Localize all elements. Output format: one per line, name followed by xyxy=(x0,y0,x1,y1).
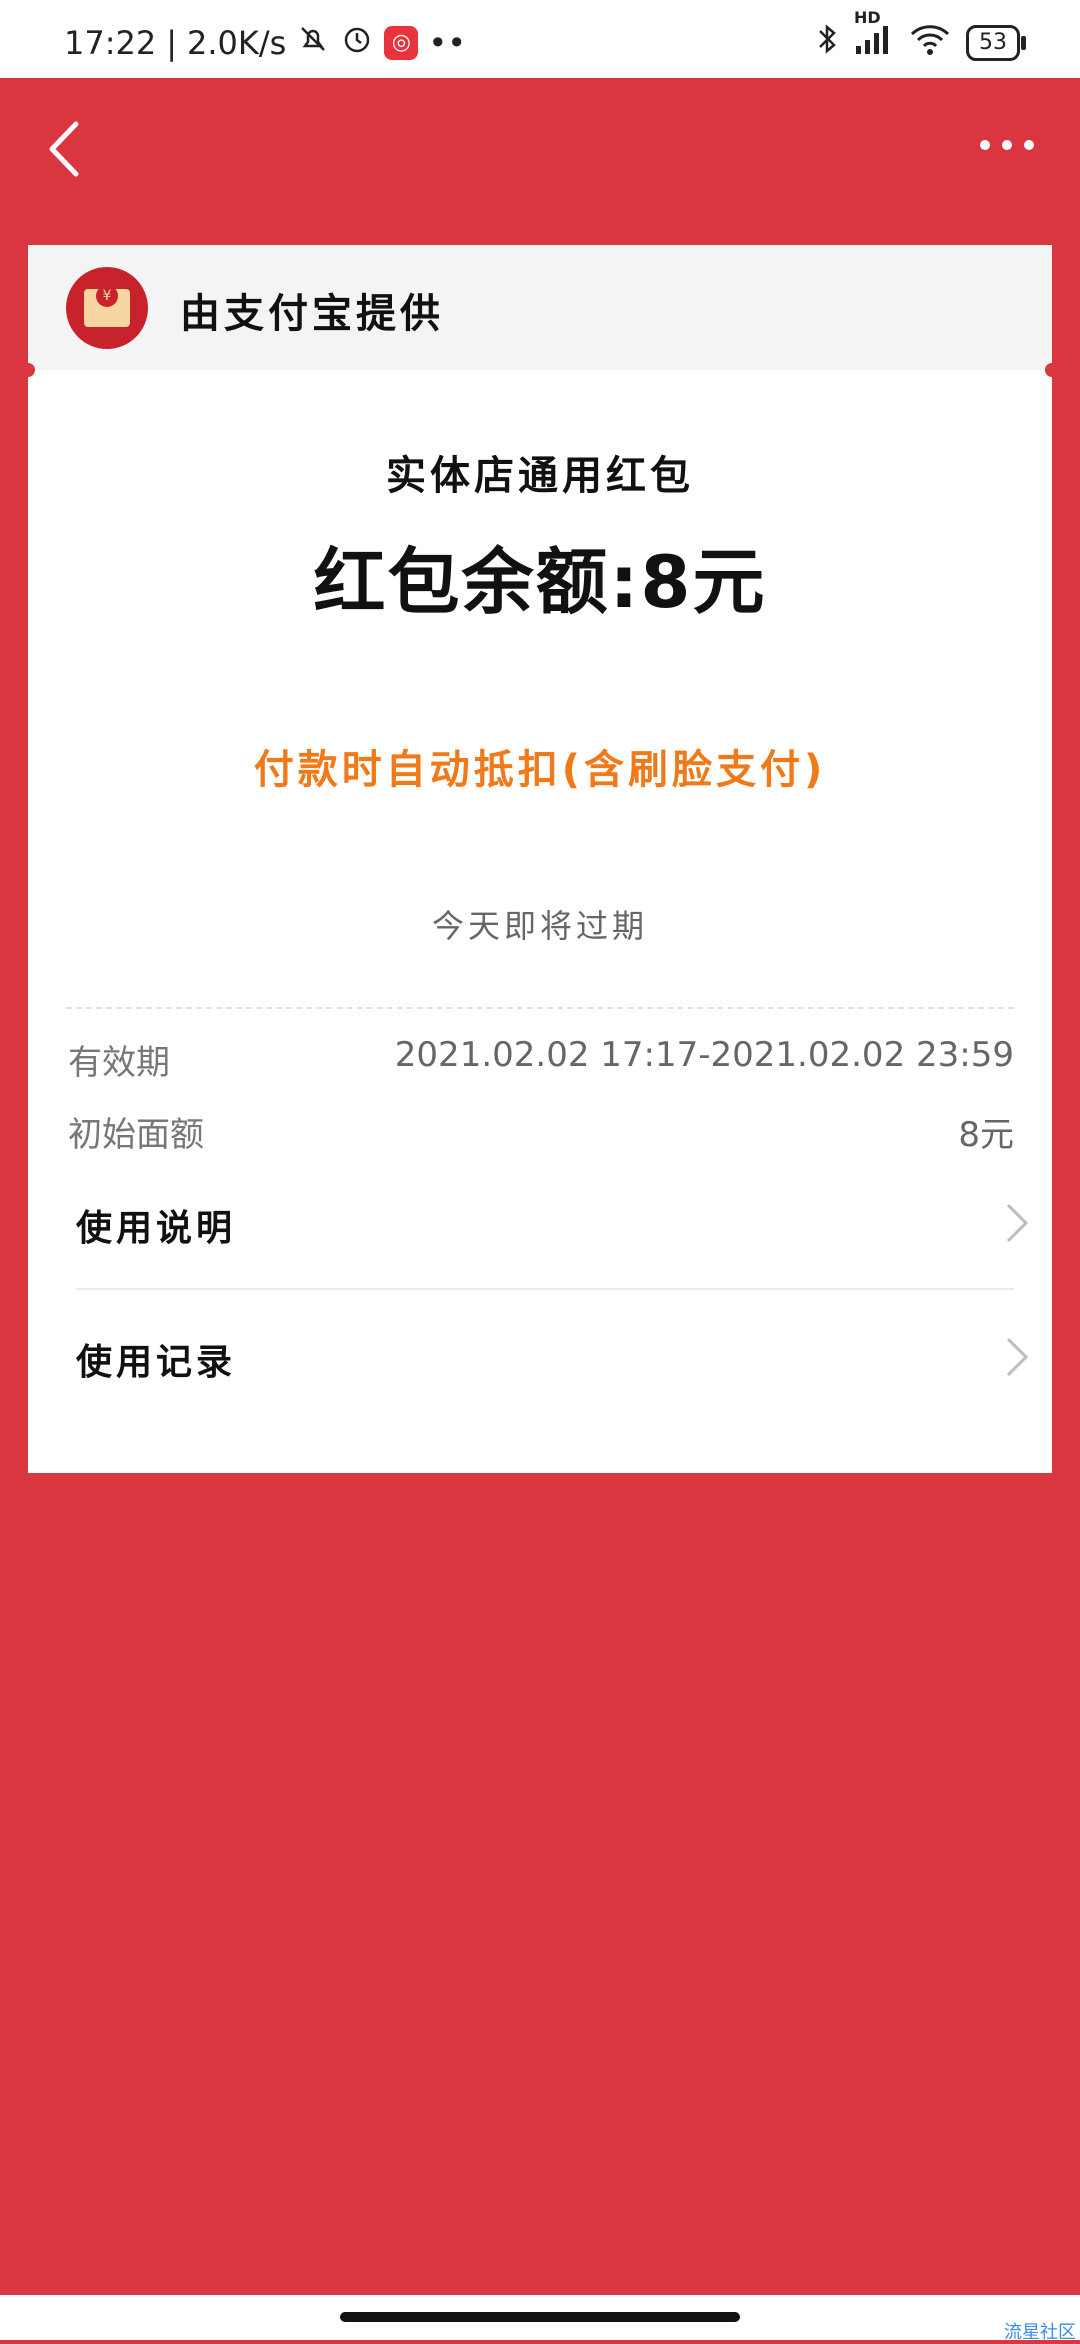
card-header: ¥ 由支付宝提供 xyxy=(28,245,1052,370)
chevron-right-icon xyxy=(1002,1335,1032,1379)
chevron-right-icon xyxy=(1002,1201,1032,1245)
validity-row: 有效期 2021.02.02 17:17-2021.02.02 23:59 xyxy=(68,1035,1014,1084)
card-notch-left xyxy=(21,363,35,377)
status-time: 17:22 xyxy=(64,24,157,62)
red-packet-logo-icon: ¥ xyxy=(66,267,148,349)
validity-value: 2021.02.02 17:17-2021.02.02 23:59 xyxy=(394,1035,1014,1075)
usage-instructions-item[interactable]: 使用说明 xyxy=(76,1177,1036,1267)
nav-bar xyxy=(0,78,1080,213)
auto-deduct-note: 付款时自动抵扣(含刷脸支付) xyxy=(253,747,827,793)
mute-icon xyxy=(296,22,330,64)
expire-note: 今天即将过期 xyxy=(431,907,648,945)
alarm-icon xyxy=(340,22,374,64)
bluetooth-icon xyxy=(814,22,840,63)
initial-amount-label: 初始面额 xyxy=(68,1115,204,1155)
balance-amount: 红包余额:8元 xyxy=(313,540,767,624)
provider-label: 由支付宝提供 xyxy=(180,291,444,337)
battery-icon: 53 xyxy=(966,24,1026,61)
card-title: 实体店通用红包 xyxy=(386,453,694,499)
red-packet-card: ¥ 由支付宝提供 实体店通用红包 红包余额:8元 付款时自动抵扣(含刷脸支付) … xyxy=(21,245,1059,1473)
ellipsis-icon[interactable] xyxy=(972,120,1042,170)
status-left: 17:22 | 2.0K/s ◎ •• xyxy=(64,22,466,64)
menu-divider xyxy=(76,1288,1014,1290)
network-speed: 2.0K/s xyxy=(187,24,287,62)
chevron-left-icon[interactable] xyxy=(40,114,100,184)
initial-amount-row: 初始面额 8元 xyxy=(68,1107,1014,1156)
status-divider: | xyxy=(166,24,177,62)
usage-records-item[interactable]: 使用记录 xyxy=(76,1311,1036,1401)
initial-amount-value: 8元 xyxy=(958,1115,1014,1155)
usage-records-label: 使用记录 xyxy=(76,1342,237,1383)
usage-instructions-label: 使用说明 xyxy=(76,1208,237,1249)
wifi-icon xyxy=(908,22,952,63)
app-icon: ◎ xyxy=(384,26,419,60)
card-notch-right xyxy=(1045,363,1059,377)
signal-icon: HD xyxy=(854,8,894,63)
dots-icon: •• xyxy=(428,24,467,62)
status-bar: 17:22 | 2.0K/s ◎ •• HD 53 xyxy=(0,0,1080,78)
validity-label: 有效期 xyxy=(68,1043,170,1083)
status-right: HD 53 xyxy=(814,8,1026,63)
network-badge: HD xyxy=(854,8,881,27)
dashed-divider xyxy=(66,1007,1014,1009)
home-indicator[interactable] xyxy=(340,2312,740,2322)
watermark: 流星社区 xyxy=(1004,2322,1076,2343)
